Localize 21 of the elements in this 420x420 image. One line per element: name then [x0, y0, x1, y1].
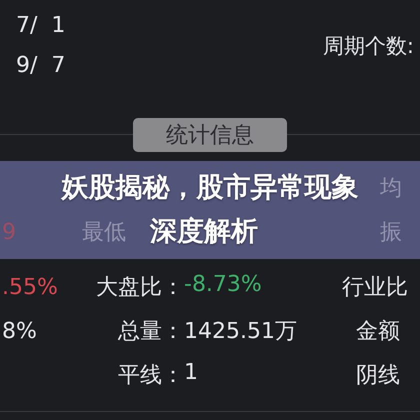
- banner-title-line: 深度解析: [150, 215, 258, 249]
- stat-label: 阴线: [356, 363, 400, 388]
- period-count-label: 周期个数:: [322, 33, 414, 60]
- stat-value: 9: [1, 220, 17, 244]
- stat-value: 1425.51万: [184, 318, 297, 346]
- period-value: 7/ 1: [16, 12, 66, 40]
- stat-label: 总量：: [117, 318, 184, 346]
- stat-value: 1: [184, 360, 198, 387]
- stat-value: -8.73%: [184, 272, 262, 299]
- period-value: 9/ 7: [16, 52, 66, 80]
- statistics-tab[interactable]: 统计信息: [133, 118, 287, 152]
- stat-label: 平线：: [117, 362, 184, 390]
- banner-title-line: 妖股揭秘，股市异常现象: [62, 171, 358, 205]
- stat-label: 大盘比：: [95, 274, 184, 302]
- stat-label: 振: [380, 219, 403, 247]
- stat-label: 均: [380, 175, 403, 203]
- stat-label: 最低: [82, 219, 127, 247]
- stat-value: .55%: [2, 274, 58, 300]
- stat-label: 金额: [356, 319, 400, 344]
- stat-label: 行业比: [342, 275, 408, 300]
- stat-value: 8%: [2, 318, 37, 344]
